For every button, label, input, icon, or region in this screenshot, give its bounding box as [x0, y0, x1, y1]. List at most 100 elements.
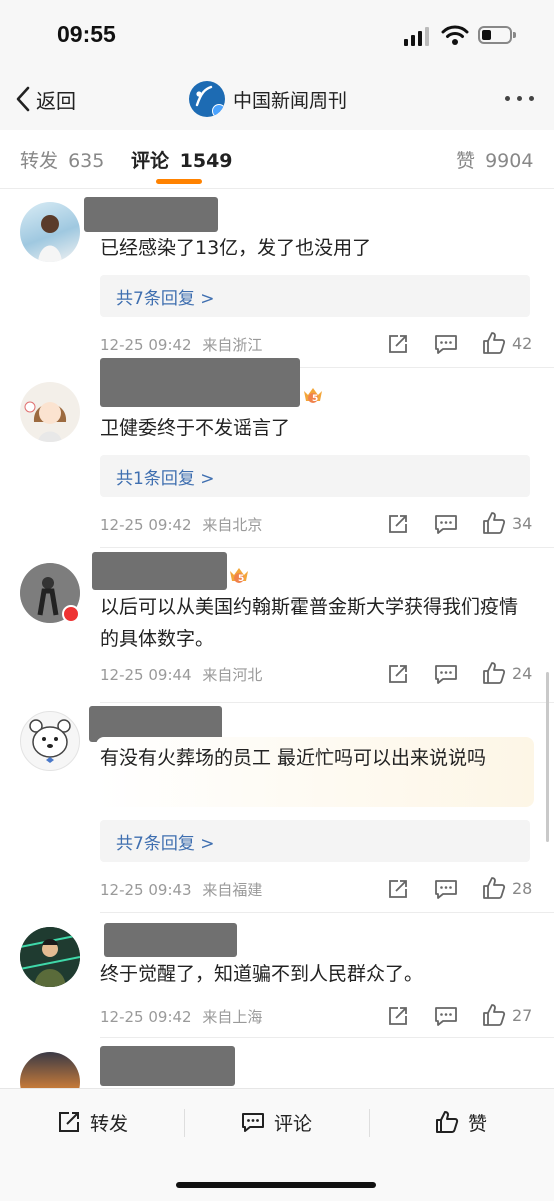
avatar[interactable]	[20, 202, 80, 262]
wifi-icon	[441, 25, 469, 45]
replies-link[interactable]: 共1条回复 >	[100, 455, 530, 497]
thumbs-up-icon	[436, 1111, 459, 1133]
comment-meta: 12-25 09:42 来自上海	[100, 1006, 262, 1027]
username-redacted[interactable]	[92, 552, 227, 590]
username-redacted[interactable]	[84, 197, 218, 232]
account-name: 中国新闻周刊	[233, 89, 348, 112]
comment-text: 终于觉醒了，知道骗不到人民群众了。	[100, 963, 424, 985]
tab-likes-count: 9904	[485, 150, 534, 172]
verified-icon	[212, 104, 225, 117]
avatar[interactable]	[20, 382, 80, 442]
comment-meta: 12-25 09:42 来自北京	[100, 514, 262, 535]
status-time: 09:55	[57, 21, 116, 47]
cellular-signal-icon	[404, 26, 430, 46]
comment-location: 来自浙江	[202, 336, 263, 354]
replies-label: 共7条回复 >	[116, 289, 215, 309]
user-level-badge: 5	[238, 574, 245, 584]
comment-location: 来自上海	[202, 1008, 263, 1026]
comment-time: 12-25 09:42	[100, 1008, 192, 1026]
username-redacted[interactable]	[104, 923, 237, 957]
comment-text: 有没有火葬场的员工 最近忙吗可以出来说说吗	[100, 747, 487, 769]
comment-item: 5 以后可以从美国约翰斯霍普金斯大学获得我们疫情的具体数字。 12-25 09:…	[0, 548, 554, 703]
share-icon[interactable]	[385, 1003, 411, 1029]
ellipsis-icon	[505, 96, 510, 101]
comment-icon[interactable]	[433, 1003, 459, 1029]
home-indicator[interactable]	[176, 1182, 376, 1188]
tab-likes-label: 赞	[456, 150, 476, 172]
like-count: 27	[512, 1006, 533, 1025]
share-icon[interactable]	[385, 876, 411, 902]
avatar[interactable]	[20, 563, 80, 623]
comment-item	[0, 1038, 554, 1088]
like-count: 24	[512, 664, 533, 683]
like-count: 34	[512, 514, 533, 533]
comment-time: 12-25 09:42	[100, 516, 192, 534]
comment-button[interactable]: 评论	[240, 1107, 312, 1137]
thumbs-up-icon[interactable]	[481, 1002, 507, 1028]
repost-button[interactable]: 转发	[56, 1107, 128, 1137]
top-nav: 返回 中国新闻周刊	[0, 70, 554, 130]
replies-label: 共7条回复 >	[116, 834, 215, 854]
username-redacted[interactable]	[100, 1046, 235, 1086]
tab-comments-label: 评论	[131, 150, 170, 172]
more-button[interactable]	[505, 96, 534, 101]
comment-text: 卫健委终于不发谣言了	[100, 417, 291, 439]
share-icon[interactable]	[385, 511, 411, 537]
comment-meta: 12-25 09:43 来自福建	[100, 879, 262, 900]
comment-icon[interactable]	[433, 661, 459, 687]
avatar[interactable]	[20, 927, 80, 987]
repost-label: 转发	[90, 1112, 129, 1135]
comment-icon[interactable]	[433, 511, 459, 537]
like-button[interactable]: 赞	[434, 1107, 487, 1137]
like-label: 赞	[468, 1112, 488, 1135]
share-icon[interactable]	[385, 661, 411, 687]
back-label: 返回	[36, 88, 76, 113]
scrollbar[interactable]	[546, 672, 549, 842]
comment-location: 来自河北	[202, 666, 263, 684]
comment-meta: 12-25 09:44 来自河北	[100, 664, 262, 685]
thumbs-up-icon[interactable]	[481, 875, 507, 901]
thumbs-up-icon[interactable]	[481, 660, 507, 686]
bottom-action-bar: 转发 评论 赞	[0, 1088, 554, 1201]
comment-item: 5 卫健委终于不发谣言了 共1条回复 > 12-25 09:42 来自北京 34	[0, 358, 554, 548]
tab-comments[interactable]: 评论 1549	[131, 146, 233, 173]
replies-label: 共1条回复 >	[116, 469, 215, 489]
chevron-left-icon	[16, 86, 30, 112]
status-bar: 09:55	[0, 0, 554, 70]
battery-icon	[478, 26, 516, 44]
replies-link[interactable]: 共7条回复 >	[100, 820, 530, 862]
tab-repost[interactable]: 转发 635	[20, 146, 104, 173]
member-badge-icon	[62, 605, 80, 623]
comment-icon	[242, 1113, 264, 1132]
avatar[interactable]	[20, 1052, 80, 1088]
like-count: 42	[512, 334, 533, 353]
thumbs-up-icon[interactable]	[481, 510, 507, 536]
thumbs-up-icon[interactable]	[481, 330, 507, 356]
username-redacted[interactable]	[100, 358, 300, 407]
like-count: 28	[512, 879, 533, 898]
comment-icon[interactable]	[433, 331, 459, 357]
tab-repost-label: 转发	[20, 150, 59, 172]
comment-meta: 12-25 09:42 来自浙江	[100, 334, 262, 355]
replies-link[interactable]: 共7条回复 >	[100, 275, 530, 317]
comment-text: 已经感染了13亿，发了也没用了	[100, 237, 372, 259]
tab-bar: 转发 635 评论 1549 赞 9904	[0, 130, 554, 189]
divider	[184, 1109, 185, 1137]
comment-time: 12-25 09:44	[100, 666, 192, 684]
comment-location: 来自福建	[202, 881, 263, 899]
comment-icon[interactable]	[433, 876, 459, 902]
tab-comments-count: 1549	[179, 150, 233, 172]
share-icon[interactable]	[385, 331, 411, 357]
user-level-badge: 5	[312, 394, 319, 404]
comment-item: 终于觉醒了，知道骗不到人民群众了。 12-25 09:42 来自上海 27	[0, 913, 554, 1038]
comment-time: 12-25 09:43	[100, 881, 192, 899]
account-logo	[189, 81, 225, 117]
avatar[interactable]	[20, 711, 80, 771]
account-title[interactable]: 中国新闻周刊	[189, 80, 347, 118]
tab-likes[interactable]: 赞 9904	[456, 146, 533, 173]
comment-item: 已经感染了13亿，发了也没用了 共7条回复 > 12-25 09:42 来自浙江…	[0, 188, 554, 368]
back-button[interactable]: 返回	[14, 84, 76, 114]
comment-location: 来自北京	[202, 516, 263, 534]
comment-item: 有没有火葬场的员工 最近忙吗可以出来说说吗 共7条回复 > 12-25 09:4…	[0, 703, 554, 913]
comment-label: 评论	[274, 1112, 313, 1135]
